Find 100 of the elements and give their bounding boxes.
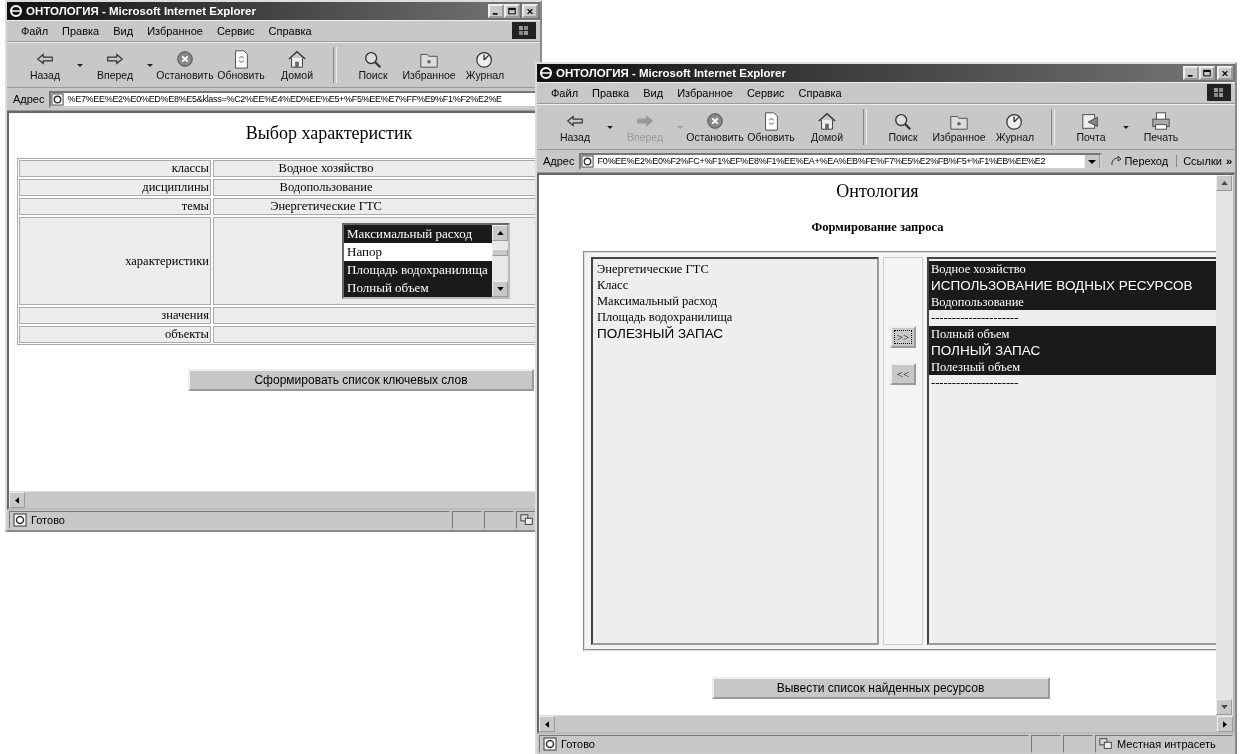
toolbar-button[interactable]: Обновить <box>213 49 269 81</box>
toolbar-button[interactable]: Почта <box>1063 111 1119 143</box>
table-cell: характеристики <box>19 217 211 305</box>
scroll-thumb[interactable] <box>492 249 508 256</box>
list-item[interactable]: --------------------- <box>929 375 1216 391</box>
horizontal-scrollbar[interactable] <box>9 491 538 508</box>
list-item[interactable]: ПОЛНЫЙ ЗАПАС <box>929 342 1216 359</box>
up-arrow-icon <box>496 231 504 235</box>
caret-icon[interactable] <box>607 125 613 129</box>
browser-icon <box>539 66 553 80</box>
window-title: ОНТОЛОГИЯ - Microsoft Internet Explorer <box>26 5 257 17</box>
left-arrow-icon <box>15 497 19 504</box>
page-icon <box>580 154 594 168</box>
close-button[interactable] <box>522 4 538 18</box>
menu-item[interactable]: Правка <box>592 87 630 99</box>
down-arrow-icon <box>1220 705 1228 709</box>
toolbar-button[interactable]: Поиск <box>875 111 931 143</box>
list-option[interactable]: Напор <box>344 243 492 261</box>
remove-button[interactable]: << <box>890 363 916 385</box>
horizontal-scrollbar[interactable] <box>539 715 1233 732</box>
list-item[interactable]: ИСПОЛЬЗОВАНИЕ ВОДНЫХ РЕСУРСОВ <box>929 277 1216 294</box>
submit-button[interactable]: Сформировать список ключевых слов <box>188 369 534 391</box>
add-button[interactable]: >> <box>890 326 916 348</box>
toolbar-button[interactable]: Обновить <box>743 111 799 143</box>
source-list[interactable]: Энергетические ГТС Класс Максимальный расход Площадь водохранилища ПОЛЕЗНЫЙ ЗАПАС <box>591 257 879 645</box>
table-cell: дисциплины <box>19 179 211 196</box>
page-icon <box>13 513 27 527</box>
more-links-button[interactable]: » <box>1225 155 1232 167</box>
menu-item[interactable]: Файл <box>551 87 579 99</box>
caret-icon[interactable] <box>77 63 83 67</box>
toolbar-button[interactable]: Журнал <box>987 111 1043 143</box>
list-item[interactable]: Класс <box>595 277 875 293</box>
toolbar-button[interactable]: Поиск <box>345 49 401 81</box>
status-text: Готово <box>31 514 65 526</box>
search-icon <box>362 49 384 69</box>
caret-icon[interactable] <box>1123 125 1129 129</box>
network-icon <box>1099 737 1113 751</box>
go-button[interactable]: Переход <box>1106 155 1173 167</box>
toolbar-button[interactable]: Назад <box>547 111 603 143</box>
close-button[interactable] <box>1217 66 1233 80</box>
list-box[interactable]: Максимальный расход Напор Площадь водохранилища Полный объем <box>342 223 510 299</box>
table-cell: темы <box>19 198 211 215</box>
list-option[interactable]: Площадь водохранилища <box>344 261 492 279</box>
vertical-scrollbar[interactable] <box>1216 175 1233 715</box>
selected-list[interactable]: Водное хозяйство ИСПОЛЬЗОВАНИЕ ВОДНЫХ РЕСУРСОВ Водопользование --------------------- Полный объем ПОЛНЫЙ ЗАПАС Полезный объем --------------------- <box>927 257 1216 645</box>
toolbar-button[interactable]: Журнал <box>457 49 513 81</box>
home-icon <box>816 111 838 131</box>
scroll-left-button[interactable] <box>9 492 25 508</box>
list-item[interactable]: Площадь водохранилища <box>595 309 875 325</box>
toolbar-button[interactable]: Избранное <box>401 49 457 81</box>
toolbar-button[interactable]: Назад <box>17 49 73 81</box>
menu-item[interactable]: Сервис <box>216 25 255 37</box>
scroll-up-button[interactable] <box>1216 175 1232 191</box>
list-item[interactable]: Энергетические ГТС <box>595 261 875 277</box>
menu-item[interactable]: Сервис <box>746 87 785 99</box>
maximize-button[interactable] <box>1199 66 1215 80</box>
toolbar-button[interactable]: Печать <box>1133 111 1189 143</box>
status-pane <box>452 511 482 529</box>
list-item[interactable]: ПОЛЕЗНЫЙ ЗАПАС <box>595 325 875 342</box>
menu-item[interactable]: Избранное <box>147 25 203 37</box>
toolbar-button[interactable]: Домой <box>269 49 325 81</box>
menu-item[interactable]: Справка <box>798 87 842 99</box>
minimize-button[interactable] <box>1183 66 1199 80</box>
list-item[interactable]: Полезный объем <box>929 359 1216 375</box>
scroll-left-button[interactable] <box>539 716 555 732</box>
scroll-up-button[interactable] <box>492 225 508 241</box>
toolbar-button[interactable]: Домой <box>799 111 855 143</box>
maximize-icon <box>1203 69 1211 78</box>
table-cell: Водопользование <box>213 179 538 196</box>
list-item[interactable]: Максимальный расход <box>595 293 875 309</box>
minimize-button[interactable] <box>488 4 504 18</box>
toolbar-button[interactable]: Остановить <box>687 111 743 143</box>
scroll-down-button[interactable] <box>492 281 508 297</box>
address-field[interactable]: %E7%EE%E2%E0%ED%E8%E5&klass=%C2%EE%E4%ED%EE%E5+%F5%EE%E7%FF%E9%F1%F2%E2%E <box>48 90 537 108</box>
list-option[interactable]: Полный объем <box>344 279 492 297</box>
maximize-icon <box>508 7 516 16</box>
toolbar-button[interactable]: Избранное <box>931 111 987 143</box>
maximize-button[interactable] <box>504 4 520 18</box>
toolbar-button[interactable]: Остановить <box>157 49 213 81</box>
menu-item[interactable]: Вид <box>113 25 134 37</box>
list-item[interactable]: Полный объем <box>929 326 1216 342</box>
home-icon <box>286 49 308 69</box>
caret-icon[interactable] <box>147 63 153 67</box>
address-label: Адрес <box>543 155 575 167</box>
address-label: Адрес <box>13 93 45 105</box>
menu-item[interactable]: Справка <box>268 25 312 37</box>
address-field[interactable]: F0%EE%E2%E0%F2%FC+%F1%EF%E8%F1%EE%EA+%EA%EB%FE%F7%E5%E2%FB%F5+%F1%EB%EE%E2 <box>578 152 1103 170</box>
scroll-down-button[interactable] <box>1216 699 1232 715</box>
scroll-right-button[interactable] <box>1217 716 1233 732</box>
submit-button[interactable]: Вывести список найденных ресурсов <box>711 677 1050 699</box>
links-button[interactable]: Ссылки <box>1176 155 1222 167</box>
menu-item[interactable]: Правка <box>62 25 100 37</box>
menu-item[interactable]: Вид <box>643 87 664 99</box>
list-item[interactable]: --------------------- <box>929 310 1216 326</box>
list-item[interactable]: Водное хозяйство <box>929 261 1216 277</box>
list-item[interactable]: Водопользование <box>929 294 1216 310</box>
menu-item[interactable]: Избранное <box>677 87 733 99</box>
menu-item[interactable]: Файл <box>21 25 49 37</box>
list-option[interactable]: Максимальный расход <box>344 225 492 243</box>
toolbar-button[interactable]: Вперед <box>87 49 143 81</box>
